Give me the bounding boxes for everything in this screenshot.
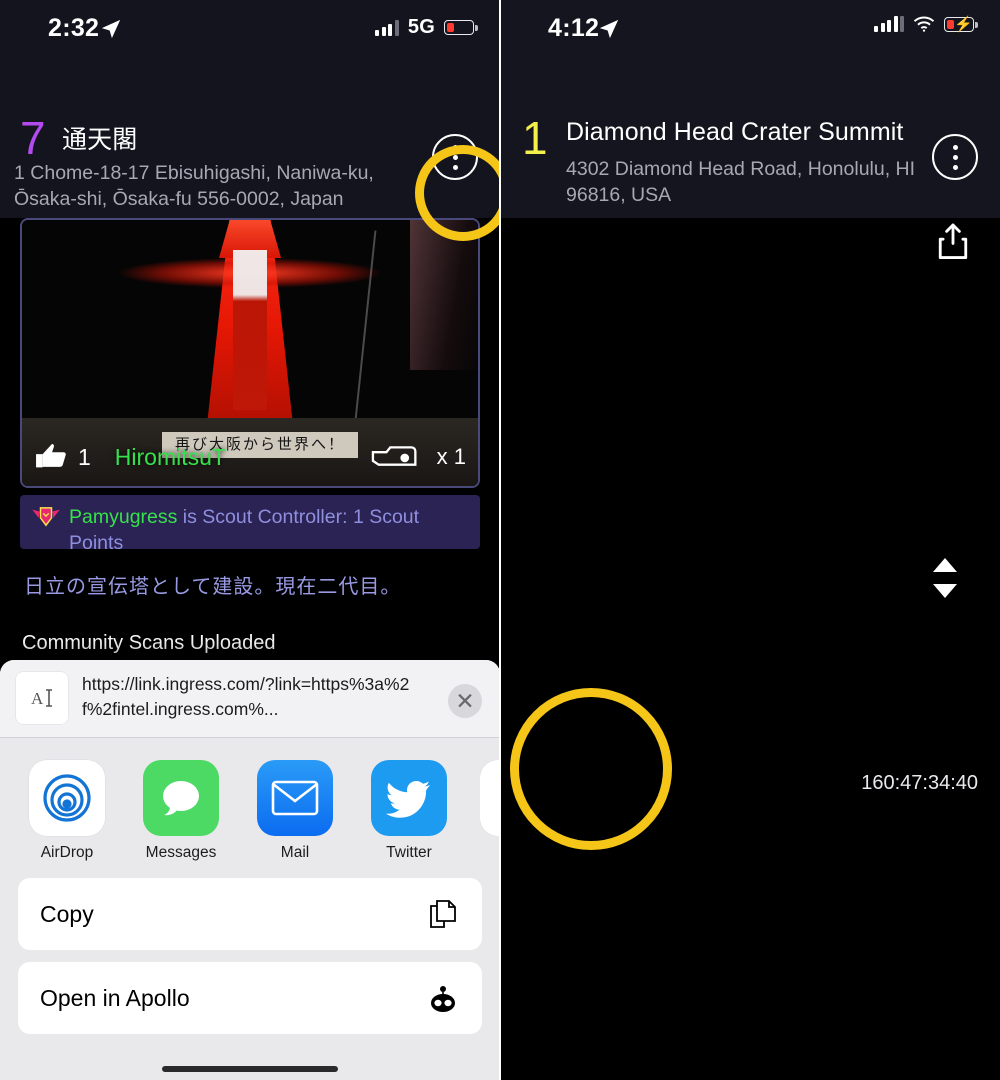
photo-vote-count: 1 <box>78 443 91 470</box>
share-sheet-preview: A https://link.ingress.com/?link=https%3… <box>0 660 500 738</box>
cycle-highlight <box>510 688 672 850</box>
portal-description: 日立の宣伝塔として建設。現在二代目。 <box>24 576 402 598</box>
share-app-row: AirDrop Messages Mail Twitter <box>0 738 500 868</box>
share-app-partial[interactable] <box>480 760 500 836</box>
left-phone-pane: 2:32 5G 7 通天閣 1 Chome-18-17 Ebisuhigashi… <box>0 0 500 1080</box>
thumbs-up-icon <box>34 441 72 473</box>
share-icon[interactable] <box>936 222 970 262</box>
scout-controller-banner: Pamyugress is Scout Controller: 1 Scout … <box>20 495 480 554</box>
apollo-icon <box>426 981 460 1015</box>
status-right-icons: 5G <box>375 16 478 39</box>
pane-divider <box>499 0 501 1080</box>
wifi-icon <box>913 16 935 32</box>
share-app-label: AirDrop <box>40 844 94 861</box>
status-time: 2:32 <box>48 14 100 42</box>
cellular-signal-icon <box>375 19 399 36</box>
text-document-icon: A <box>16 672 68 724</box>
portal-level: 1 <box>522 112 548 164</box>
cellular-signal-icon <box>874 16 904 32</box>
portal-title: 通天閣 <box>62 126 138 154</box>
screenshot-root: 2:32 5G 7 通天閣 1 Chome-18-17 Ebisuhigashi… <box>0 0 1000 1080</box>
mail-icon <box>257 760 333 836</box>
chevron-up-down-icon[interactable] <box>926 556 964 600</box>
share-action-apollo[interactable]: Open in Apollo <box>18 962 482 1034</box>
twitter-icon <box>371 760 447 836</box>
close-icon[interactable]: ✕ <box>448 684 482 718</box>
messages-icon <box>143 760 219 836</box>
share-action-rows: Copy Open in Apollo <box>0 868 500 1034</box>
share-app-label: Messages <box>145 844 217 861</box>
battery-charging-icon: ⚡ <box>944 16 978 33</box>
share-app-mail[interactable]: Mail <box>252 760 338 862</box>
photo-count-label: x 1 <box>436 444 466 469</box>
location-arrow-icon <box>598 18 620 45</box>
scout-agent-name: Pamyugress <box>69 506 178 528</box>
right-phone-pane: 4:12 ⚡ 1 Diamond Head Crater Summit 4302… <box>500 0 1000 1080</box>
photo-overlay-bar: 1 HiromitsuT x 1 <box>22 434 478 480</box>
kebab-menu-icon[interactable] <box>932 134 978 180</box>
portal-title: Diamond Head Crater Summit <box>566 118 904 146</box>
status-time: 4:12 <box>548 14 600 42</box>
share-button-highlight <box>415 145 500 241</box>
right-status-bar: 4:12 ⚡ <box>500 0 1000 56</box>
share-action-copy[interactable]: Copy <box>18 878 482 950</box>
scout-badge-icon <box>32 506 60 528</box>
copy-icon <box>426 897 460 931</box>
share-action-label: Open in Apollo <box>40 984 190 1011</box>
airdrop-icon <box>29 760 105 836</box>
share-action-label: Copy <box>40 900 94 927</box>
share-app-twitter[interactable]: Twitter <box>366 760 452 862</box>
camera-icon <box>371 444 425 470</box>
home-indicator <box>162 1066 338 1072</box>
share-app-messages[interactable]: Messages <box>138 760 224 862</box>
community-scans-label: Community Scans Uploaded <box>22 632 276 654</box>
share-app-airdrop[interactable]: AirDrop <box>24 760 110 862</box>
portal-level: 7 <box>20 112 46 164</box>
portal-address: 1 Chome-18-17 Ebisuhigashi, Naniwa-ku, Ō… <box>14 162 374 210</box>
scout-controller-text: Pamyugress is Scout Controller: 1 Scout … <box>69 504 468 556</box>
battery-low-icon <box>444 20 478 35</box>
ios-share-sheet: A https://link.ingress.com/?link=https%3… <box>0 660 500 1080</box>
left-status-bar: 2:32 5G <box>0 0 500 56</box>
cycle-countdown: 160:47:34:40 <box>861 772 978 794</box>
photo-uploader: HiromitsuT <box>114 443 226 470</box>
location-arrow-icon <box>100 18 122 45</box>
share-app-label: Twitter <box>386 844 432 861</box>
share-app-label: Mail <box>280 844 310 861</box>
portal-photo-card[interactable]: 再び大阪から世界へ！ 1 HiromitsuT x 1 <box>20 218 480 488</box>
right-portal-header: 1 Diamond Head Crater Summit 4302 Diamon… <box>500 56 1000 259</box>
shared-url: https://link.ingress.com/?link=https%3a%… <box>82 674 410 719</box>
status-right-icons: ⚡ <box>874 16 978 33</box>
network-type-label: 5G <box>407 16 435 38</box>
slack-icon <box>480 760 500 836</box>
portal-address: 4302 Diamond Head Road, Honolulu, HI 968… <box>566 158 916 206</box>
svg-text:A: A <box>31 689 44 708</box>
